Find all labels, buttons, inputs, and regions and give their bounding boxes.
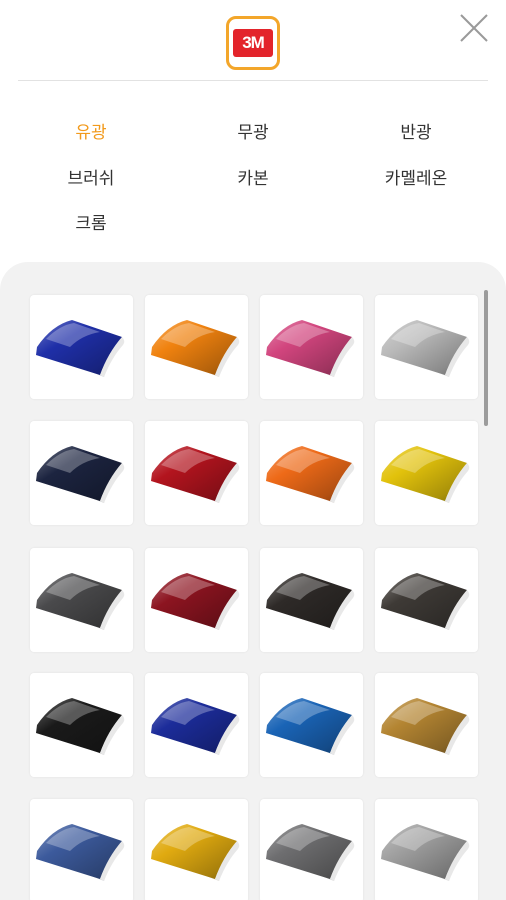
close-button[interactable] <box>458 12 490 44</box>
vinyl-swatch-image <box>36 698 125 755</box>
vinyl-swatch-image <box>381 573 470 630</box>
vinyl-swatch-image <box>266 698 355 755</box>
swatch-tile[interactable] <box>260 548 363 652</box>
vinyl-swatch-image <box>266 320 355 377</box>
swatch-tile[interactable] <box>145 799 248 900</box>
vinyl-swatch-image <box>36 573 125 630</box>
close-icon <box>460 14 488 42</box>
swatch-tile[interactable] <box>145 673 248 777</box>
vinyl-swatch-image <box>151 698 240 755</box>
swatch-tile[interactable] <box>375 799 478 900</box>
vinyl-swatch-image <box>151 446 240 503</box>
vinyl-swatch-image <box>266 573 355 630</box>
vinyl-swatch-image <box>381 824 470 881</box>
category-carbon[interactable]: 카본 <box>193 164 313 189</box>
vinyl-swatch-image <box>381 698 470 755</box>
swatch-tile[interactable] <box>145 548 248 652</box>
vinyl-swatch-image <box>151 573 240 630</box>
scrollbar[interactable] <box>484 290 488 426</box>
swatch-tile[interactable] <box>375 548 478 652</box>
swatch-tile[interactable] <box>30 799 133 900</box>
vinyl-swatch-image <box>381 320 470 377</box>
header-divider <box>18 80 488 81</box>
vinyl-swatch-image <box>266 824 355 881</box>
category-matte[interactable]: 무광 <box>193 118 313 143</box>
brand-logo[interactable]: 3M <box>226 16 280 70</box>
category-chrome[interactable]: 크롬 <box>31 209 151 234</box>
swatch-tile[interactable] <box>30 295 133 399</box>
category-nav: 유광 무광 반광 브러쉬 카본 카멜레온 크롬 <box>0 108 506 238</box>
swatch-tile[interactable] <box>375 421 478 525</box>
vinyl-swatch-image <box>36 320 125 377</box>
logo-mark: 3M <box>233 29 273 57</box>
category-glossy[interactable]: 유광 <box>31 118 151 143</box>
swatch-tile[interactable] <box>260 421 363 525</box>
vinyl-swatch-image <box>36 824 125 881</box>
header: 3M <box>0 0 506 82</box>
swatch-tile[interactable] <box>30 421 133 525</box>
swatch-tile[interactable] <box>145 295 248 399</box>
vinyl-swatch-image <box>381 446 470 503</box>
swatch-tile[interactable] <box>145 421 248 525</box>
category-brushed[interactable]: 브러쉬 <box>31 164 151 189</box>
swatch-tile[interactable] <box>260 673 363 777</box>
category-chameleon[interactable]: 카멜레온 <box>356 164 476 189</box>
vinyl-swatch-image <box>151 824 240 881</box>
category-semi-gloss[interactable]: 반광 <box>356 118 476 143</box>
swatch-tile[interactable] <box>30 673 133 777</box>
vinyl-swatch-image <box>151 320 240 377</box>
swatch-tile[interactable] <box>260 799 363 900</box>
swatch-tile[interactable] <box>30 548 133 652</box>
vinyl-swatch-image <box>36 446 125 503</box>
swatch-tile[interactable] <box>375 673 478 777</box>
swatch-tile[interactable] <box>375 295 478 399</box>
swatch-tile[interactable] <box>260 295 363 399</box>
vinyl-swatch-image <box>266 446 355 503</box>
